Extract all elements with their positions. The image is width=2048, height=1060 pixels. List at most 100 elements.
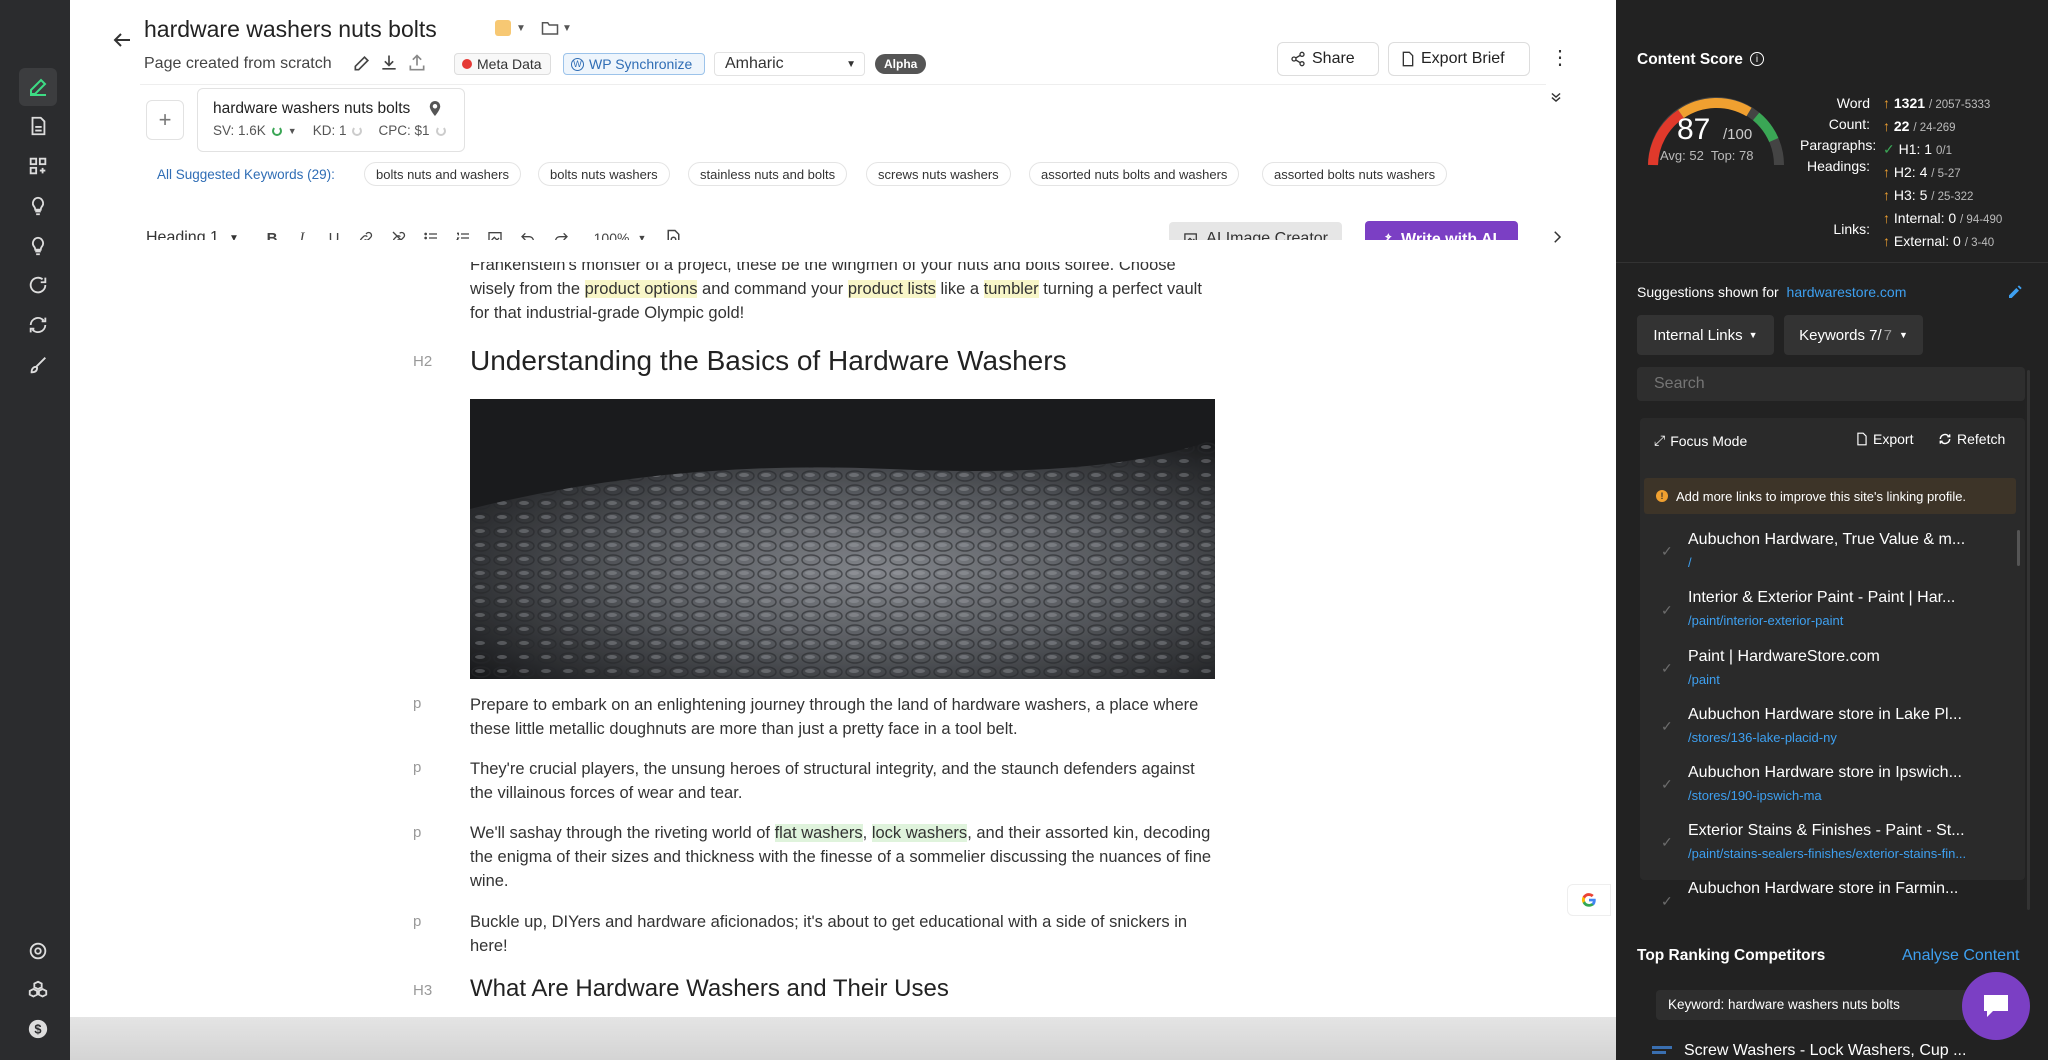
keyword-chip[interactable]: assorted bolts nuts washers <box>1262 162 1448 186</box>
paragraph[interactable]: We'll sashay through the riveting world … <box>470 821 1215 893</box>
h2-range: / 5-27 <box>1931 168 1961 180</box>
loading-icon <box>352 125 363 136</box>
keyword-chip[interactable]: screws nuts washers <box>866 162 1011 186</box>
export-button[interactable]: Export <box>1856 431 1913 447</box>
chat-icon <box>1984 995 2008 1017</box>
score-max: /100 <box>1723 126 1753 143</box>
h3-range: / 25-322 <box>1931 191 1974 203</box>
sync-icon[interactable] <box>19 306 57 344</box>
suggested-link-url[interactable]: /paint/stains-sealers-finishes/exterior-… <box>1688 846 2018 861</box>
analyse-content-link[interactable]: Analyse Content <box>1902 947 2019 965</box>
paragraph[interactable]: They're crucial players, the unsung hero… <box>470 757 1215 805</box>
cubes-icon[interactable] <box>19 971 57 1009</box>
flag-icon[interactable] <box>495 20 511 36</box>
keywords-label: Keywords 7/ <box>1799 326 1882 344</box>
suggested-link-title[interactable]: Exterior Stains & Finishes - Paint - St.… <box>1688 822 2018 840</box>
suggested-link-url[interactable]: /paint/interior-exterior-paint <box>1688 613 2018 628</box>
heading-h3[interactable]: What Are Hardware Washers and Their Uses <box>470 975 949 1003</box>
target-icon[interactable] <box>19 932 57 970</box>
share-button[interactable]: Share <box>1277 42 1379 76</box>
chevron-down-icon[interactable]: ▼ <box>562 23 572 34</box>
internal-links-dropdown[interactable]: Internal Links ▼ <box>1637 315 1774 355</box>
keyword-chip[interactable]: stainless nuts and bolts <box>688 162 848 186</box>
chevron-down-icon[interactable]: ▼ <box>516 23 526 34</box>
keyword-chip[interactable]: bolts nuts washers <box>538 162 670 186</box>
text: like a <box>935 280 984 298</box>
block-tag: p <box>413 759 422 776</box>
brush-icon[interactable] <box>19 346 57 384</box>
info-icon[interactable]: i <box>1750 52 1764 66</box>
gauge-green-segment <box>1752 112 1779 143</box>
document-icon[interactable] <box>19 107 57 145</box>
refresh-icon[interactable] <box>19 266 57 304</box>
wp-synchronize-button[interactable]: W WP Synchronize <box>563 53 705 75</box>
collapse-icon[interactable] <box>1549 90 1563 109</box>
content-score-title: Content Score <box>1637 51 1743 68</box>
keyword-chip[interactable]: bolts nuts and washers <box>364 162 521 186</box>
meta-data-button[interactable]: Meta Data <box>454 53 551 75</box>
export-brief-button[interactable]: Export Brief <box>1388 42 1530 76</box>
score-values: ↑ 1321 / 2057-5333 ↑ 22 / 24-269 ✓ H1: 1… <box>1883 93 2002 254</box>
word-count-range: / 2057-5333 <box>1928 99 1991 111</box>
paragraph[interactable]: Buckle up, DIYers and hardware aficionad… <box>470 910 1215 958</box>
keyword-chip[interactable]: assorted nuts bolts and washers <box>1029 162 1240 186</box>
download-icon[interactable] <box>379 53 399 78</box>
toolbar-shadow <box>140 240 1546 262</box>
folder-icon[interactable] <box>541 20 559 41</box>
keyword-text: hardware washers nuts bolts <box>213 100 411 117</box>
suggested-link-url[interactable]: /stores/190-ipswich-ma <box>1688 788 2018 803</box>
edit-domain-icon[interactable] <box>2007 284 2023 305</box>
suggested-link-url[interactable]: / <box>1688 555 2018 570</box>
pencil-icon[interactable] <box>352 53 372 78</box>
add-keyword-button[interactable]: + <box>146 100 184 140</box>
idea-icon[interactable] <box>19 227 57 265</box>
focus-mode-button[interactable]: ⤢ Focus Mode <box>1654 432 1747 449</box>
check-icon: ✓ <box>1661 776 1673 792</box>
washers-image[interactable] <box>470 399 1215 679</box>
chat-button[interactable] <box>1962 972 2030 1040</box>
text: and command your <box>697 280 848 298</box>
chevron-right-icon[interactable] <box>1550 228 1564 251</box>
editor-bottom-strip <box>70 1017 1616 1060</box>
language-select[interactable]: Amharic ▼ <box>714 52 865 76</box>
page-subtitle: Page created from scratch <box>144 55 332 72</box>
back-arrow-icon[interactable] <box>110 28 134 57</box>
all-suggested-keywords-link[interactable]: All Suggested Keywords (29): <box>157 167 335 182</box>
apps-icon[interactable] <box>19 147 57 185</box>
block-tag: H3 <box>413 982 433 999</box>
google-icon[interactable] <box>1567 884 1611 916</box>
search-input[interactable] <box>1637 367 2025 401</box>
page-title[interactable]: hardware washers nuts bolts <box>144 16 437 43</box>
paragraph[interactable]: Prepare to embark on an enlightening jou… <box>470 693 1215 741</box>
billing-icon[interactable]: $ <box>19 1010 57 1048</box>
upload-icon[interactable] <box>407 53 427 78</box>
check-icon: ✓ <box>1661 718 1673 734</box>
competitor-title[interactable]: Screw Washers - Lock Washers, Cup ... <box>1684 1042 2004 1060</box>
paragraph-top[interactable]: Frankenstein's monster of a project, the… <box>470 253 1215 325</box>
suggested-link-title[interactable]: Aubuchon Hardware, True Value & m... <box>1688 531 2018 549</box>
suggested-link-title[interactable]: Interior & Exterior Paint - Paint | Har.… <box>1688 589 2018 607</box>
suggested-link-url[interactable]: /stores/136-lake-placid-ny <box>1688 730 2018 745</box>
suggested-link-url[interactable]: /paint <box>1688 672 2018 687</box>
panel-scrollbar[interactable] <box>2027 370 2030 910</box>
domain-link[interactable]: hardwarestore.com <box>1787 284 1907 300</box>
keywords-total: 7 <box>1883 326 1892 344</box>
keywords-dropdown[interactable]: Keywords 7/7 ▼ <box>1784 315 1923 355</box>
keyword-card[interactable]: hardware washers nuts bolts SV: 1.6K ▼ K… <box>197 88 465 152</box>
check-icon: ✓ <box>1661 893 1673 909</box>
check-icon: ✓ <box>1661 660 1673 676</box>
more-options-icon[interactable]: ⋮ <box>1550 48 1570 68</box>
highlighted-keyword: flat washers <box>774 824 863 842</box>
chevron-down-icon[interactable]: ▼ <box>288 126 297 136</box>
divider <box>1616 262 2048 263</box>
suggested-link-title[interactable]: Paint | HardwareStore.com <box>1688 648 2018 666</box>
edit-icon[interactable] <box>19 68 57 106</box>
arrow-up-icon: ↑ <box>1883 118 1890 134</box>
external-links-count: External: 0 <box>1893 233 1961 249</box>
suggested-link-title[interactable]: Aubuchon Hardware store in Ipswich... <box>1688 764 2018 782</box>
lightbulb-icon[interactable] <box>19 187 57 225</box>
refetch-button[interactable]: Refetch <box>1938 431 2005 447</box>
suggested-link-title[interactable]: Aubuchon Hardware store in Farmin... <box>1688 880 2018 898</box>
heading-h2[interactable]: Understanding the Basics of Hardware Was… <box>470 345 1067 377</box>
suggested-link-title[interactable]: Aubuchon Hardware store in Lake Pl... <box>1688 706 2018 724</box>
